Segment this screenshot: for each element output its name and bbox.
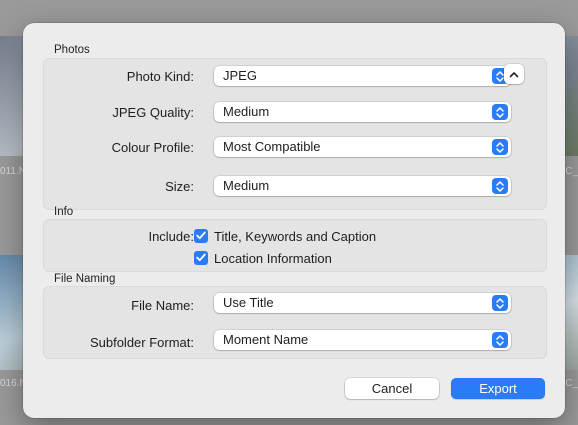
chevron-updown-icon: [492, 332, 508, 348]
checkmark-icon: [196, 249, 206, 267]
file-name-label: File Name:: [131, 298, 194, 313]
checkbox-location-information[interactable]: [194, 251, 208, 265]
chevron-updown-icon: [492, 295, 508, 311]
file-name-popup[interactable]: Use Title: [214, 293, 511, 313]
chevron-up-icon: [509, 65, 519, 83]
section-title-photos: Photos: [54, 44, 90, 56]
checkmark-icon: [196, 227, 206, 245]
photo-kind-value: JPEG: [223, 68, 257, 83]
colour-profile-value: Most Compatible: [223, 139, 321, 154]
include-label: Include:: [148, 229, 194, 244]
jpeg-quality-label: JPEG Quality:: [112, 105, 194, 120]
section-title-file-naming: File Naming: [54, 273, 116, 285]
jpeg-quality-popup[interactable]: Medium: [214, 102, 511, 122]
photo-kind-label: Photo Kind:: [126, 69, 194, 84]
chevron-updown-icon: [492, 178, 508, 194]
colour-profile-popup[interactable]: Most Compatible: [214, 137, 511, 157]
colour-profile-label: Colour Profile:: [111, 140, 194, 155]
subfolder-format-value: Moment Name: [223, 332, 309, 347]
export-dialog: Photos Photo Kind: JPEG JPEG Quality: Me…: [23, 23, 565, 418]
subfolder-format-label: Subfolder Format:: [89, 335, 194, 350]
jpeg-quality-value: Medium: [223, 104, 270, 119]
checkbox-title-keywords-caption[interactable]: [194, 229, 208, 243]
checkbox-label: Title, Keywords and Caption: [214, 229, 377, 244]
info-group: Include: Title, Keywords and Caption Loc…: [43, 219, 547, 272]
export-button[interactable]: Export: [451, 378, 545, 399]
subfolder-format-popup[interactable]: Moment Name: [214, 330, 511, 350]
size-label: Size:: [165, 179, 194, 194]
size-value: Medium: [223, 178, 270, 193]
chevron-updown-icon: [492, 104, 508, 120]
file-naming-group: File Name: Use Title Subfolder Format: M…: [43, 286, 547, 359]
collapse-options-button[interactable]: [504, 64, 524, 84]
section-title-info: Info: [54, 206, 74, 218]
cancel-button[interactable]: Cancel: [345, 378, 439, 399]
file-name-value: Use Title: [223, 295, 274, 310]
size-popup[interactable]: Medium: [214, 176, 511, 196]
photo-kind-popup[interactable]: JPEG: [214, 66, 511, 86]
chevron-updown-icon: [492, 139, 508, 155]
checkbox-label: Location Information: [214, 251, 332, 266]
photos-group: Photo Kind: JPEG JPEG Quality: Medium Co…: [43, 58, 547, 210]
